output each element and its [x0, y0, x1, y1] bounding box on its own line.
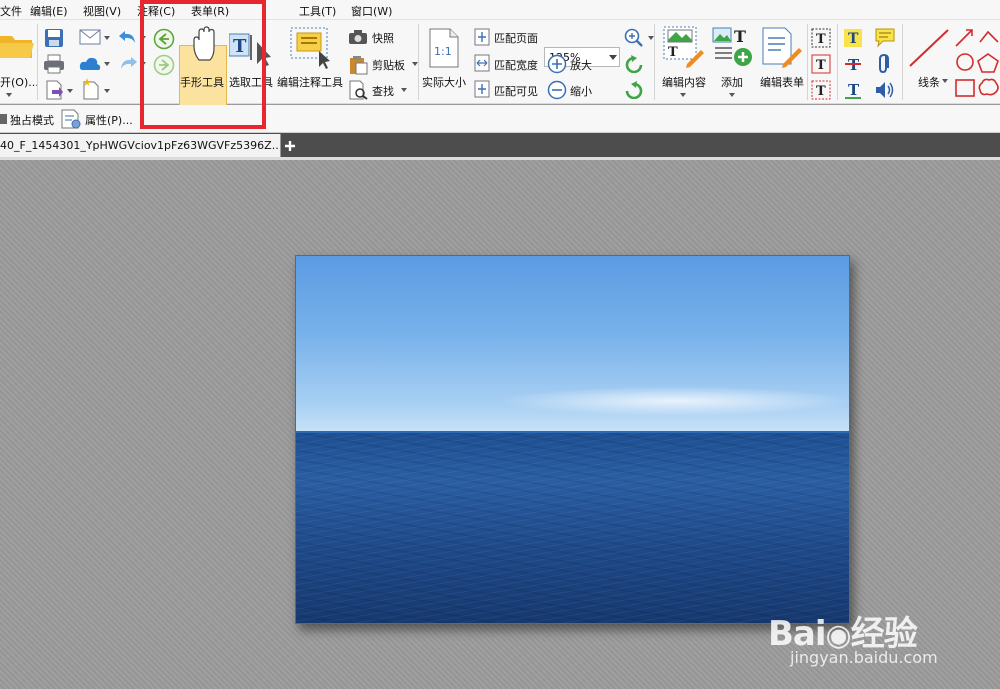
- document-tab-title: 40_F_1454301_YpHWGVciov1pFz63WGVFz5396Z.…: [0, 139, 279, 152]
- email-dropdown-caret[interactable]: [104, 36, 110, 40]
- hand-tool-highlight-box: [140, 0, 266, 129]
- cloud-dropdown-caret[interactable]: [104, 62, 110, 66]
- menu-edit[interactable]: 编辑(E): [30, 3, 68, 19]
- edit-annotation-tool-button[interactable]: 编辑注释工具: [277, 74, 343, 90]
- ribbon-separator: [902, 24, 903, 100]
- document-tab-strip: 40_F_1454301_YpHWGVciov1pFz63WGVFz5396Z.…: [0, 133, 1000, 157]
- fit-visible-icon[interactable]: [474, 80, 490, 98]
- fit-visible-button[interactable]: 匹配可见: [494, 83, 538, 99]
- actual-size-icon[interactable]: 1:1: [428, 28, 460, 68]
- edit-content-icon[interactable]: T: [663, 26, 705, 68]
- callout-icon[interactable]: T: [811, 54, 831, 74]
- open-folder-icon[interactable]: [0, 30, 34, 60]
- rotate-left-icon[interactable]: [624, 55, 644, 73]
- open-button[interactable]: 开(O)...: [0, 74, 39, 90]
- new-tab-icon[interactable]: [284, 140, 296, 152]
- zoom-in-icon[interactable]: [547, 54, 567, 74]
- line-dropdown-caret[interactable]: [942, 79, 948, 83]
- magnifier-icon[interactable]: [624, 28, 644, 48]
- svg-text:T: T: [668, 45, 678, 60]
- typewriter-icon[interactable]: T: [811, 28, 831, 48]
- svg-text:T: T: [816, 58, 826, 73]
- svg-text:1:1: 1:1: [434, 45, 452, 58]
- properties-icon: [61, 109, 81, 129]
- find-icon[interactable]: [348, 80, 368, 100]
- svg-text:T: T: [816, 84, 826, 99]
- edit-form-button[interactable]: 编辑表单: [760, 74, 804, 90]
- find-dropdown-caret[interactable]: [401, 88, 407, 92]
- fit-page-button[interactable]: 匹配页面: [494, 30, 538, 46]
- highlight-text-icon[interactable]: T: [843, 28, 863, 48]
- svg-text:T: T: [816, 32, 826, 47]
- zoom-out-icon[interactable]: [547, 80, 567, 100]
- ribbon-separator: [418, 24, 419, 100]
- svg-text:T: T: [848, 31, 859, 47]
- zoom-out-button[interactable]: 缩小: [570, 83, 592, 99]
- textbox-icon[interactable]: T: [811, 80, 831, 100]
- edit-content-dropdown-caret[interactable]: [680, 93, 686, 97]
- rotate-right-icon[interactable]: [624, 81, 644, 99]
- new-document-dropdown-caret[interactable]: [104, 89, 110, 93]
- email-icon[interactable]: [79, 29, 101, 45]
- note-icon[interactable]: [874, 28, 896, 48]
- new-document-icon[interactable]: [81, 78, 101, 100]
- fit-width-icon[interactable]: [474, 54, 490, 72]
- redo-icon[interactable]: [118, 54, 138, 72]
- menu-window[interactable]: 窗口(W): [351, 3, 392, 19]
- svg-text:T: T: [848, 81, 860, 99]
- shapes-gallery[interactable]: [954, 28, 1000, 102]
- underline-text-icon[interactable]: T: [843, 80, 863, 100]
- svg-text:T: T: [734, 27, 746, 46]
- zoom-in-button[interactable]: 放大: [570, 57, 592, 73]
- pdf-page[interactable]: [295, 255, 850, 624]
- menu-view[interactable]: 视图(V): [83, 3, 121, 19]
- line-tool-icon[interactable]: [908, 28, 950, 68]
- document-export-icon[interactable]: [44, 80, 64, 100]
- edit-content-button[interactable]: 编辑内容: [662, 74, 706, 90]
- fit-width-button[interactable]: 匹配宽度: [494, 57, 538, 73]
- properties-button[interactable]: 属性(P)...: [85, 112, 133, 128]
- edit-form-icon[interactable]: [761, 26, 803, 68]
- save-icon[interactable]: [44, 28, 64, 48]
- ocean-wave-texture: [296, 432, 849, 623]
- document-export-dropdown-caret[interactable]: [67, 89, 73, 93]
- exclusive-mode-button[interactable]: 独占模式: [10, 112, 54, 128]
- baidu-watermark-url: jingyan.baidu.com: [790, 648, 938, 667]
- ribbon-separator: [37, 24, 38, 100]
- clipboard-button[interactable]: 剪贴板: [372, 57, 405, 73]
- menu-file[interactable]: 文件: [0, 3, 22, 19]
- menu-tools[interactable]: 工具(T): [299, 3, 336, 19]
- cloud-haze: [496, 386, 849, 416]
- line-tool-button[interactable]: 线条: [918, 74, 940, 90]
- actual-size-button[interactable]: 实际大小: [422, 74, 466, 90]
- edit-annotation-icon[interactable]: [289, 25, 333, 69]
- attachment-icon[interactable]: [876, 53, 894, 75]
- horizon-line: [296, 431, 849, 433]
- cloud-upload-icon[interactable]: [79, 56, 101, 72]
- sound-icon[interactable]: [874, 80, 896, 100]
- undo-icon[interactable]: [118, 28, 138, 46]
- ribbon-separator: [837, 24, 838, 100]
- add-content-icon[interactable]: T: [712, 26, 754, 68]
- find-button[interactable]: 查找: [372, 83, 394, 99]
- print-icon[interactable]: [43, 54, 65, 74]
- open-dropdown-caret[interactable]: [6, 93, 12, 97]
- ribbon-separator: [807, 24, 808, 100]
- chevron-down-icon: [609, 55, 617, 60]
- camera-icon[interactable]: [348, 29, 368, 45]
- exclusive-mode-icon: [0, 114, 7, 124]
- ribbon-separator: [654, 24, 655, 100]
- add-dropdown-caret[interactable]: [729, 93, 735, 97]
- fit-page-icon[interactable]: [474, 28, 490, 46]
- strikeout-text-icon[interactable]: T: [843, 54, 863, 74]
- document-tab[interactable]: 40_F_1454301_YpHWGVciov1pFz63WGVFz5396Z.…: [0, 134, 281, 157]
- clipboard-icon[interactable]: [348, 55, 368, 75]
- snapshot-button[interactable]: 快照: [372, 30, 394, 46]
- add-button[interactable]: 添加: [721, 74, 743, 90]
